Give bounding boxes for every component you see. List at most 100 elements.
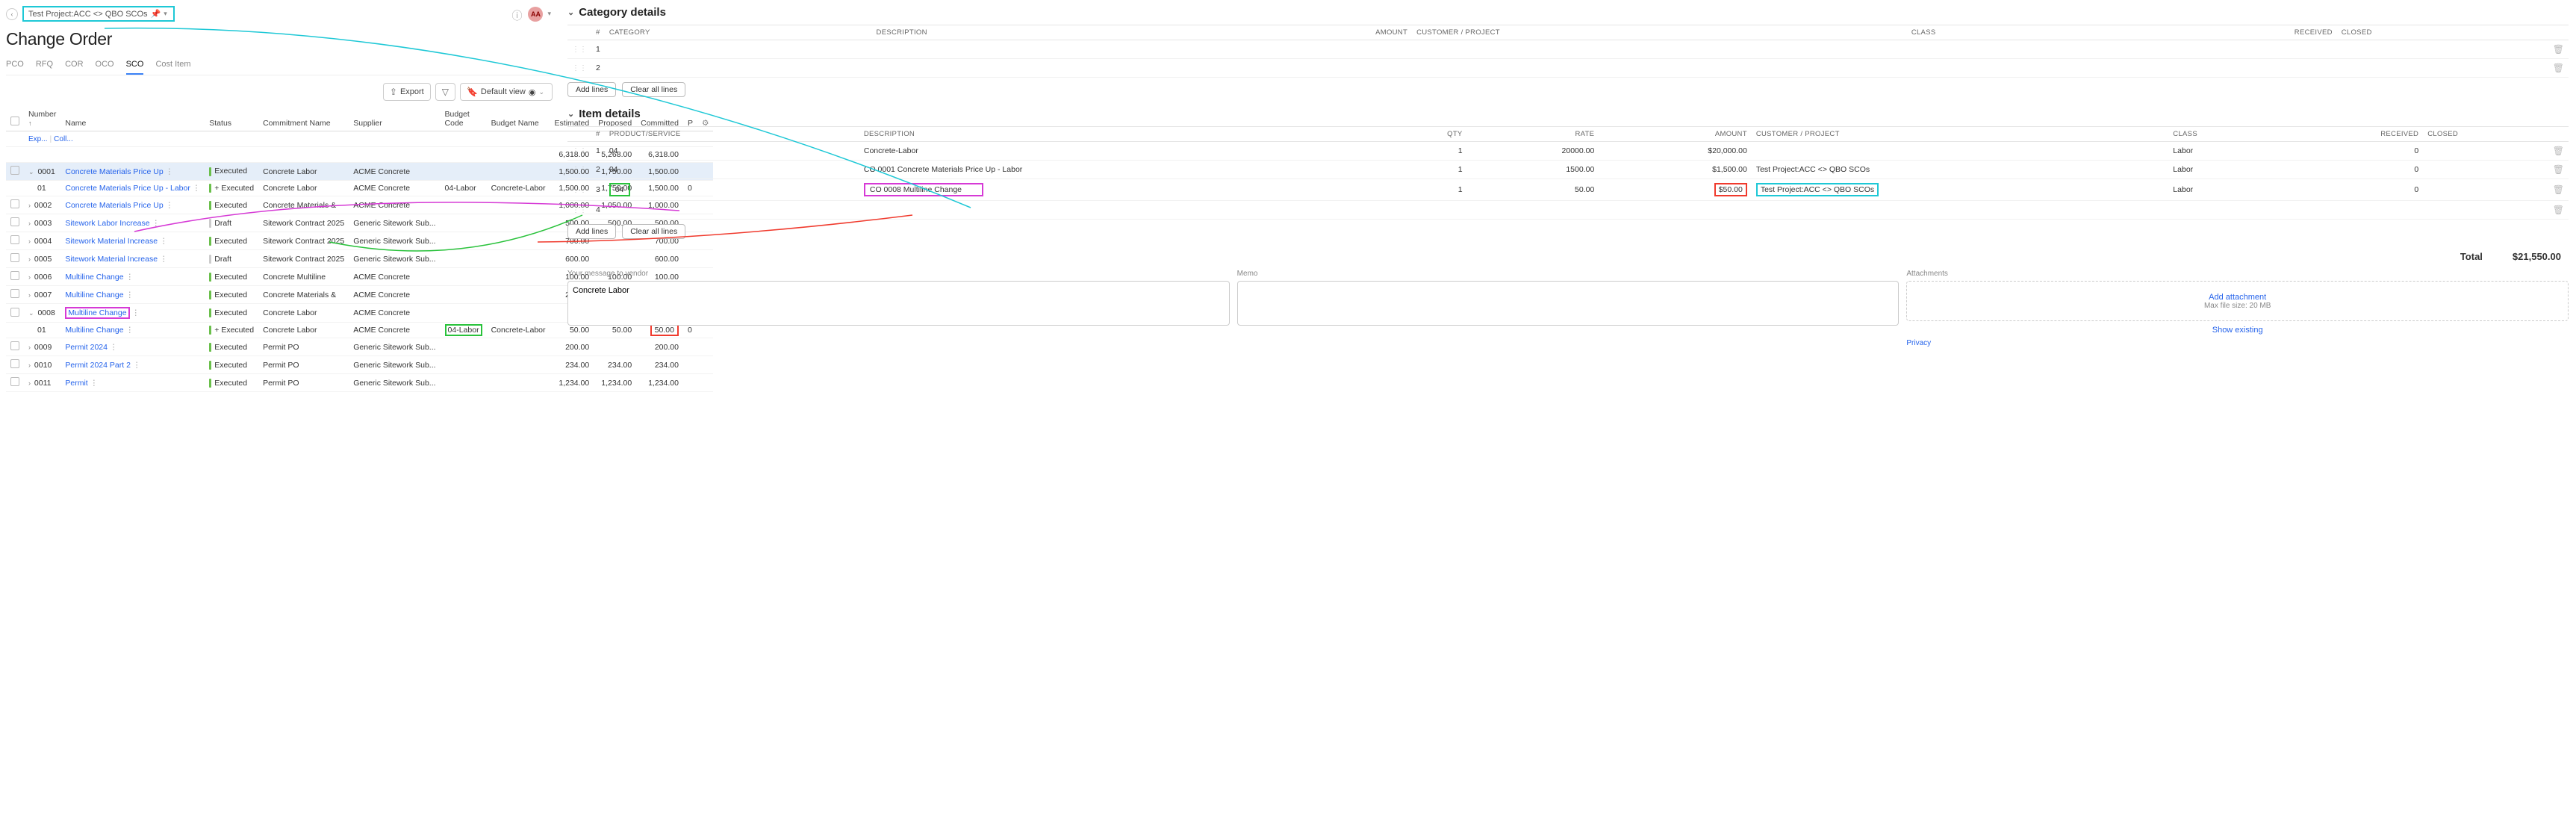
back-button[interactable]: ‹ [6,8,18,20]
row-menu-icon[interactable]: ⋮ [133,361,141,370]
expand-caret-icon[interactable]: › [28,379,32,387]
cat-col--[interactable]: # [591,25,605,40]
row-name-link[interactable]: Sitework Material Increase [65,255,158,264]
row-checkbox[interactable] [10,166,19,175]
row-name-link[interactable]: Sitework Labor Increase [65,219,149,228]
row-checkbox[interactable] [10,289,19,298]
cat-col-description[interactable]: DESCRIPTION [872,25,1192,40]
category-row[interactable]: ⋮⋮2🗑 [567,59,2569,78]
collapse-all[interactable]: Coll... [54,135,73,143]
drag-handle-icon[interactable]: ⋮⋮ [572,64,587,72]
row-checkbox[interactable] [10,217,19,226]
row-menu-icon[interactable]: ⋮ [126,291,134,299]
tab-oco[interactable]: OCO [96,57,114,75]
cat-col-received[interactable]: RECEIVED [2085,25,2337,40]
cat-col-category[interactable]: CATEGORY [605,25,872,40]
drag-handle-icon[interactable]: ⋮⋮ [572,166,587,174]
cat-add-lines-button[interactable]: Add lines [567,82,616,97]
row-name-link[interactable]: Concrete Materials Price Up [65,201,163,210]
row-menu-icon[interactable]: ⋮ [90,379,99,388]
item-clear-all-button[interactable]: Clear all lines [622,224,685,239]
row-menu-icon[interactable]: ⋮ [132,308,140,317]
row-name-link[interactable]: Permit [65,379,87,388]
item-col-closed[interactable]: CLOSED [2423,127,2548,142]
item-col--[interactable]: # [591,127,605,142]
expand-caret-icon[interactable]: › [28,255,32,263]
drag-handle-icon[interactable]: ⋮⋮ [572,147,587,155]
row-checkbox[interactable] [10,359,19,368]
cat-col-amount[interactable]: AMOUNT [1192,25,1412,40]
item-row[interactable]: ⋮⋮204CO 0001 Concrete Materials Price Up… [567,161,2569,179]
row-name-link[interactable]: Permit 2024 Part 2 [65,361,131,370]
row-name-link[interactable]: Concrete Materials Price Up [65,167,163,176]
col-budget-name[interactable]: Budget Name [487,107,550,131]
row-menu-icon[interactable]: ⋮ [166,167,174,176]
avatar[interactable]: AA [528,7,543,22]
category-row[interactable]: ⋮⋮1🗑 [567,40,2569,59]
row-checkbox[interactable] [10,235,19,244]
expand-caret-icon[interactable]: › [28,220,32,227]
project-chip[interactable]: Test Project:ACC <> QBO SCOs 📌 ▾ [22,6,175,22]
row-checkbox[interactable] [10,341,19,350]
tab-sco[interactable]: SCO [126,57,144,75]
row-menu-icon[interactable]: ⋮ [166,201,174,210]
select-all-checkbox[interactable] [10,117,19,125]
memo-input[interactable] [1237,281,1900,326]
col-supplier[interactable]: Supplier [349,107,440,131]
expand-caret-icon[interactable]: › [28,361,32,369]
expand-caret-icon[interactable]: › [28,291,32,299]
row-checkbox[interactable] [10,253,19,262]
expand-caret-icon[interactable]: › [28,238,32,245]
row-checkbox[interactable] [10,199,19,208]
expand-caret-icon[interactable]: ⌄ [28,309,36,317]
tab-cost item[interactable]: Cost Item [155,57,190,75]
item-row[interactable]: ⋮⋮304CO 0008 Multiline Change150.00$50.0… [567,179,2569,201]
cat-col-class[interactable]: CLASS [1907,25,2085,40]
row-menu-icon[interactable]: ⋮ [160,237,168,246]
row-menu-icon[interactable]: ⋮ [160,255,168,264]
row-menu-icon[interactable]: ⋮ [126,326,134,335]
trash-icon[interactable]: 🗑 [2553,184,2564,195]
row-name-link[interactable]: Multiline Change [68,308,126,317]
trash-icon[interactable]: 🗑 [2553,63,2564,73]
help-icon[interactable]: ⓘ [511,8,523,20]
item-col-customer-project[interactable]: CUSTOMER / PROJECT [1752,127,2168,142]
show-existing-link[interactable]: Show existing [1906,326,2569,335]
item-col-qty[interactable]: QTY [1390,127,1467,142]
message-input[interactable] [567,281,1230,326]
tab-cor[interactable]: COR [65,57,83,75]
attachment-dropzone[interactable]: Add attachment Max file size: 20 MB [1906,281,2569,321]
row-checkbox[interactable] [10,271,19,280]
category-details-header[interactable]: ⌄ Category details [567,6,2569,19]
col-number[interactable]: Number [28,110,56,119]
row-name-link[interactable]: Multiline Change [65,326,123,335]
trash-icon[interactable]: 🗑 [2553,44,2564,55]
expand-all[interactable]: Exp... [28,135,48,143]
expand-caret-icon[interactable]: › [28,273,32,281]
drag-handle-icon[interactable]: ⋮⋮ [572,186,587,194]
item-add-lines-button[interactable]: Add lines [567,224,616,239]
row-checkbox[interactable] [10,308,19,317]
drag-handle-icon[interactable]: ⋮⋮ [572,206,587,214]
item-row[interactable]: ⋮⋮4🗑 [567,201,2569,220]
row-name-link[interactable]: Multiline Change [65,291,123,299]
col-budget-code[interactable]: Budget Code [441,107,487,131]
item-col-class[interactable]: CLASS [2168,127,2274,142]
row-menu-icon[interactable]: ⋮ [110,343,118,352]
privacy-link[interactable]: Privacy [1906,339,2569,347]
item-details-header[interactable]: ⌄ Item details [567,108,2569,120]
trash-icon[interactable]: 🗑 [2553,164,2564,175]
row-menu-icon[interactable]: ⋮ [152,219,161,228]
item-col-rate[interactable]: RATE [1467,127,1599,142]
cat-clear-all-button[interactable]: Clear all lines [622,82,685,97]
cat-col-closed[interactable]: CLOSED [2337,25,2548,40]
row-name-link[interactable]: Sitework Material Increase [65,237,158,246]
trash-icon[interactable]: 🗑 [2553,146,2564,156]
avatar-caret-icon[interactable]: ▾ [547,10,553,18]
item-col-description[interactable]: DESCRIPTION [859,127,1390,142]
add-attachment-link[interactable]: Add attachment [2209,293,2266,302]
drag-handle-icon[interactable]: ⋮⋮ [572,46,587,54]
row-menu-icon[interactable]: ⋮ [126,273,134,282]
item-col-received[interactable]: RECEIVED [2274,127,2423,142]
cat-col-customer-project[interactable]: CUSTOMER / PROJECT [1412,25,1907,40]
